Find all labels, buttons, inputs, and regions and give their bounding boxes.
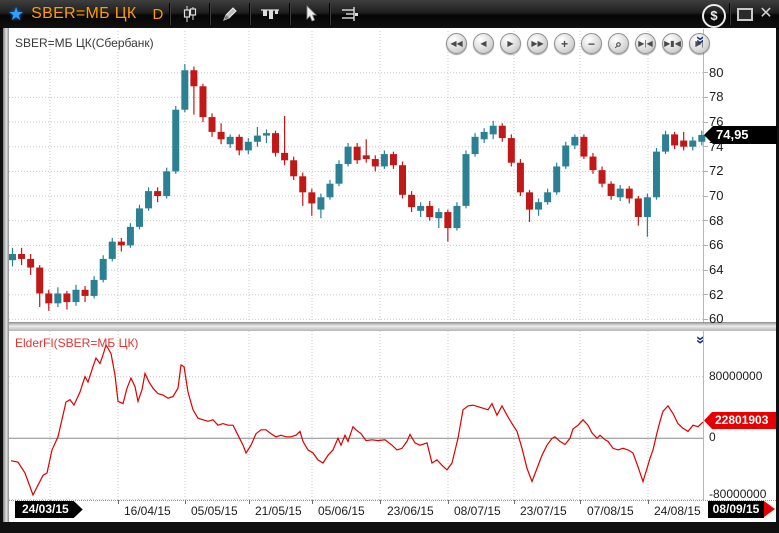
date-tick-mark (249, 500, 250, 504)
date-label: 16/04/15 (124, 504, 171, 518)
price-tick-mark (704, 245, 708, 246)
zoom-out-button[interactable]: − (581, 33, 602, 54)
last-price-flag: 74,95 (704, 126, 777, 144)
date-tick-mark (448, 500, 449, 504)
toolbar-separator (249, 3, 251, 25)
price-tick-mark (704, 196, 708, 197)
main-panel-title: SBER=МБ ЦК(Сбербанк) (15, 36, 154, 50)
price-tick-mark (704, 146, 708, 147)
draw-pencil-icon[interactable] (217, 2, 243, 26)
price-tick-mark (704, 97, 708, 98)
favorite-star-icon[interactable]: ★ (8, 4, 24, 25)
panel-splitter[interactable] (9, 322, 776, 331)
elderfi-plot[interactable] (9, 331, 706, 500)
date-label: 23/06/15 (387, 504, 434, 518)
date-label: 21/05/15 (255, 504, 302, 518)
date-tick-mark (118, 500, 119, 504)
trading-terminal-window: ★ SBER=МБ ЦК D (0, 0, 779, 533)
price-tick-label: 62 (709, 287, 723, 302)
instrument-symbol: SBER=МБ ЦК (31, 5, 136, 23)
date-tick-mark (514, 500, 515, 504)
price-tick-mark (704, 122, 708, 123)
date-tick-mark (580, 500, 581, 504)
scroll-end-button[interactable]: ▶▶ (527, 33, 548, 54)
scroll-end-button-glyph: ▶▶ (531, 40, 543, 48)
zoom-select-button-glyph: ⌕ (615, 38, 622, 50)
collapse-main-panel-icon[interactable]: « (692, 32, 708, 48)
price-tick-label: 68 (709, 213, 723, 228)
scroll-left-button-glyph: ◀ (480, 40, 486, 48)
last-date-badge: 08/09/15 (708, 501, 764, 518)
cursor-icon[interactable] (297, 2, 323, 26)
date-tick-mark (185, 500, 186, 504)
date-label: 23/07/15 (520, 504, 567, 518)
auto-scale-button[interactable]: ▶▮◀ (662, 33, 683, 54)
window-controls-separator (729, 3, 731, 25)
restore-window-button[interactable] (737, 8, 753, 21)
compress-scale-button[interactable]: ▶|◀ (635, 33, 656, 54)
candlestick-plot[interactable] (9, 31, 706, 322)
price-tick-label: 72 (709, 163, 723, 178)
price-tick-mark (704, 270, 708, 271)
timeframe-label[interactable]: D (152, 6, 163, 23)
price-tick-label: 70 (709, 188, 723, 203)
price-tick-mark (704, 294, 708, 295)
close-window-button[interactable]: ✕ (757, 4, 775, 24)
compress-scale-button-glyph: ▶|◀ (638, 40, 652, 48)
price-tick-label: 80 (709, 65, 723, 80)
date-tick-mark (312, 500, 313, 504)
date-label: 05/06/15 (318, 504, 365, 518)
price-tick-label: 66 (709, 237, 723, 252)
toolbar-separator (169, 3, 171, 25)
zoom-select-button[interactable]: ⌕ (608, 33, 629, 54)
zoom-out-button-glyph: − (588, 38, 595, 50)
zoom-in-button-glyph: + (561, 38, 568, 50)
indicator-tick-label: 80000000 (709, 369, 762, 383)
indicator-icon[interactable] (337, 2, 363, 26)
indicator-tick-label: 0 (709, 430, 716, 444)
candlestick-chart-icon[interactable] (177, 2, 203, 26)
scroll-right-button-glyph: ▶ (507, 40, 513, 48)
indicator-value-flag: 22801903 (704, 412, 776, 429)
date-label: 24/08/15 (654, 504, 701, 518)
indicator-tick-label: -80000000 (709, 487, 766, 501)
price-tick-mark (704, 171, 708, 172)
date-tick-mark (648, 500, 649, 504)
chart-navigation-toolbar: ◀◀◀▶▶▶+−⌕▶|◀▶▮◀▶| (446, 33, 710, 54)
toolbar-separator (329, 3, 331, 25)
price-tick-label: 64 (709, 262, 723, 277)
toolbar-separator (289, 3, 291, 25)
title-bar: ★ SBER=МБ ЦК D (0, 0, 779, 29)
date-label: 08/07/15 (454, 504, 501, 518)
scroll-start-button[interactable]: ◀◀ (446, 33, 467, 54)
price-tick-mark (704, 319, 708, 320)
date-label: 05/05/15 (191, 504, 238, 518)
scroll-right-button[interactable]: ▶ (500, 33, 521, 54)
chart-style-icon[interactable] (257, 2, 283, 26)
price-tick-label: 60 (709, 311, 723, 326)
collapse-indicator-panel-icon[interactable]: « (692, 332, 708, 348)
first-date-badge: 24/03/15 (15, 501, 83, 518)
zoom-in-button[interactable]: + (554, 33, 575, 54)
toolbar-separator (209, 3, 211, 25)
price-tick-mark (704, 220, 708, 221)
scroll-to-latest-arrow-icon[interactable] (764, 501, 775, 517)
date-label: 07/08/15 (587, 504, 634, 518)
auto-scale-button-glyph: ▶▮◀ (664, 40, 681, 48)
scroll-start-button-glyph: ◀◀ (450, 40, 462, 48)
price-tick-mark (704, 72, 708, 73)
currency-button[interactable]: $ (702, 4, 726, 28)
price-tick-label: 78 (709, 89, 723, 104)
indicator-panel-title: ElderFI(SBER=МБ ЦК) (15, 336, 138, 350)
scroll-left-button[interactable]: ◀ (473, 33, 494, 54)
date-tick-mark (380, 500, 381, 504)
